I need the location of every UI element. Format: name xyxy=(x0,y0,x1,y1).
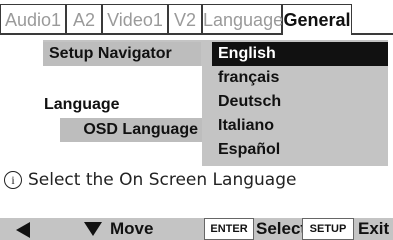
down-arrow-icon xyxy=(84,222,102,236)
info-message: i Select the On Screen Language xyxy=(4,170,296,190)
setup-navigator-item[interactable]: Setup Navigator xyxy=(43,42,201,66)
left-arrow-icon xyxy=(16,222,30,238)
option-deutsch[interactable]: Deutsch xyxy=(212,90,388,114)
exit-label: Exit xyxy=(358,219,390,238)
panel-spacer xyxy=(30,118,60,142)
tab-video1[interactable]: Video1 xyxy=(102,4,168,34)
option-espanol[interactable]: Español xyxy=(212,138,388,162)
move-label: Move xyxy=(110,219,154,238)
option-italiano[interactable]: Italiano xyxy=(212,114,388,138)
option-francais[interactable]: français xyxy=(212,66,388,90)
tab-v2[interactable]: V2 xyxy=(168,4,202,34)
tab-general[interactable]: General xyxy=(282,4,352,35)
setup-key[interactable]: SETUP xyxy=(302,218,354,240)
tab-language[interactable]: Language xyxy=(202,4,283,34)
info-text: Select the On Screen Language xyxy=(28,170,297,190)
language-category-label: Language xyxy=(44,96,120,114)
tab-audio1[interactable]: Audio1 xyxy=(0,4,66,34)
select-label: Select xyxy=(256,219,307,238)
osd-setup-screen: Audio1 A2 Video1 V2 Language General Set… xyxy=(0,0,393,240)
info-icon: i xyxy=(4,171,22,189)
option-english[interactable]: English xyxy=(212,42,388,66)
panel-spacer xyxy=(30,142,202,166)
osd-language-item[interactable]: OSD Language xyxy=(60,118,202,142)
enter-key[interactable]: ENTER xyxy=(204,218,254,240)
tab-a2[interactable]: A2 xyxy=(66,4,102,34)
